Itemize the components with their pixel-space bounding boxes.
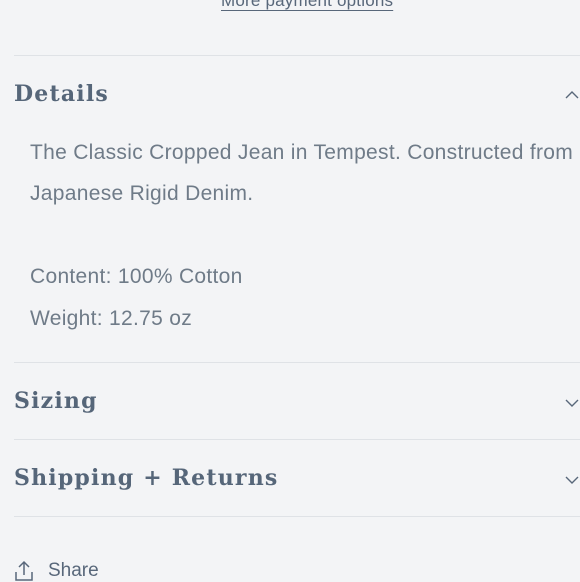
- details-description-line: Japanese Rigid Denim.: [30, 182, 254, 205]
- chevron-up-icon[interactable]: [564, 87, 580, 103]
- divider: [14, 516, 580, 517]
- chevron-down-icon[interactable]: [564, 395, 580, 411]
- share-button[interactable]: Share: [14, 560, 99, 582]
- divider: [14, 55, 580, 56]
- details-description-line: The Classic Cropped Jean in Tempest. Con…: [30, 141, 574, 164]
- details-weight: Weight: 12.75 oz: [30, 307, 193, 330]
- share-icon: [14, 560, 34, 582]
- product-info-page: More payment options Details The Classic…: [0, 0, 580, 582]
- chevron-down-icon[interactable]: [564, 472, 580, 488]
- accordion-shipping-returns-title: Shipping + Returns: [14, 465, 279, 491]
- divider: [14, 362, 580, 363]
- details-content: Content: 100% Cotton: [30, 265, 243, 288]
- more-payment-options-link[interactable]: More payment options: [221, 0, 393, 11]
- share-label: Share: [48, 560, 99, 581]
- accordion-sizing-title: Sizing: [14, 388, 98, 414]
- divider: [14, 439, 580, 440]
- accordion-details-title: Details: [14, 81, 109, 107]
